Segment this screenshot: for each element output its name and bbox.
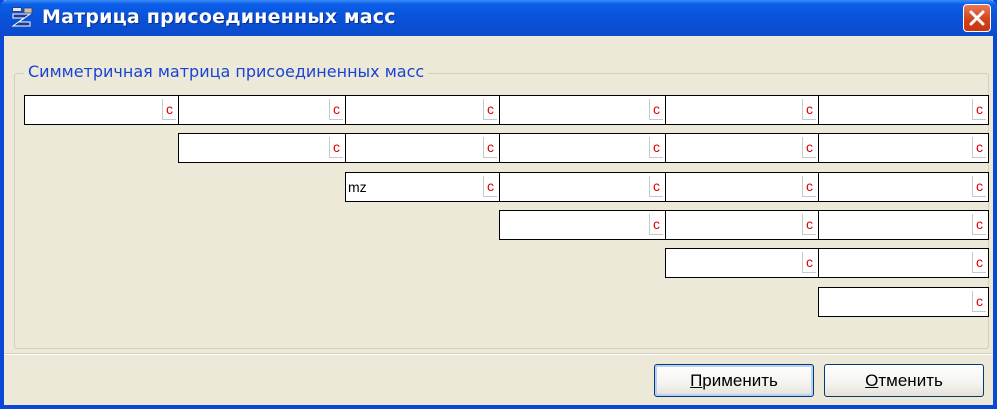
matrix-cell-input[interactable] xyxy=(668,214,796,236)
matrix-cell-input[interactable] xyxy=(348,99,477,121)
matrix-cell-r2-c4[interactable]: c xyxy=(499,133,666,163)
cell-constant-button[interactable]: c xyxy=(802,137,816,158)
cell-constant-button[interactable]: c xyxy=(649,214,663,235)
matrix-cell-r1-c1[interactable]: c xyxy=(24,95,179,125)
matrix-cell-input[interactable] xyxy=(668,99,796,121)
matrix-cell-input[interactable] xyxy=(668,252,796,274)
close-button[interactable] xyxy=(963,4,991,32)
cell-constant-button[interactable]: c xyxy=(649,137,663,158)
cell-constant-button[interactable]: c xyxy=(972,176,986,197)
matrix-cell-r2-c3[interactable]: c xyxy=(345,133,500,163)
close-icon xyxy=(969,10,985,26)
matrix-cell-r5-c5[interactable]: c xyxy=(665,248,819,278)
matrix-cell-r2-c6[interactable]: c xyxy=(818,133,989,163)
matrix-cell-input[interactable] xyxy=(348,137,477,159)
cell-constant-button[interactable]: c xyxy=(649,176,663,197)
matrix-cell-input[interactable] xyxy=(821,137,966,159)
cell-constant-button[interactable]: c xyxy=(802,176,816,197)
matrix-cell-r6-c6[interactable]: c xyxy=(818,287,989,317)
separator xyxy=(4,353,993,355)
window-title: Матрица присоединенных масс xyxy=(42,6,396,28)
matrix-cell-input[interactable] xyxy=(348,176,477,198)
cell-constant-button[interactable]: c xyxy=(649,99,663,120)
cell-constant-button[interactable]: c xyxy=(972,214,986,235)
matrix-cell-r4-c5[interactable]: c xyxy=(665,210,819,240)
matrix-cell-input[interactable] xyxy=(502,176,643,198)
app-matrix-icon xyxy=(10,6,34,30)
matrix-cell-input[interactable] xyxy=(668,176,796,198)
matrix-cell-input[interactable] xyxy=(821,291,966,313)
matrix-cell-r1-c2[interactable]: c xyxy=(178,95,346,125)
cell-constant-button[interactable]: c xyxy=(802,99,816,120)
cell-constant-button[interactable]: c xyxy=(972,252,986,273)
matrix-cell-input[interactable] xyxy=(502,214,643,236)
cancel-button[interactable]: Отменить xyxy=(824,364,984,397)
cell-constant-button[interactable]: c xyxy=(972,137,986,158)
title-bar[interactable]: Матрица присоединенных масс xyxy=(0,0,997,36)
cell-constant-button[interactable]: c xyxy=(329,137,343,158)
matrix-cell-input[interactable] xyxy=(821,252,966,274)
cell-constant-button[interactable]: c xyxy=(972,291,986,312)
matrix-cell-r1-c4[interactable]: c xyxy=(499,95,666,125)
cell-constant-button[interactable]: c xyxy=(329,99,343,120)
cell-constant-button[interactable]: c xyxy=(483,137,497,158)
matrix-cell-r3-c4[interactable]: c xyxy=(499,172,666,202)
apply-button[interactable]: Применить xyxy=(654,364,814,397)
matrix-cell-r3-c5[interactable]: c xyxy=(665,172,819,202)
cell-constant-button[interactable]: c xyxy=(802,214,816,235)
matrix-cell-r4-c4[interactable]: c xyxy=(499,210,666,240)
matrix-cell-input[interactable] xyxy=(502,99,643,121)
matrix-cell-input[interactable] xyxy=(181,99,323,121)
matrix-cell-r1-c5[interactable]: c xyxy=(665,95,819,125)
matrix-cell-input[interactable] xyxy=(821,176,966,198)
group-title: Симметричная матрица присоединенных масс xyxy=(24,62,429,81)
matrix-cell-r2-c2[interactable]: c xyxy=(178,133,346,163)
cell-constant-button[interactable]: c xyxy=(483,176,497,197)
matrix-cell-r5-c6[interactable]: c xyxy=(818,248,989,278)
cell-constant-button[interactable]: c xyxy=(972,99,986,120)
matrix-cell-input[interactable] xyxy=(821,214,966,236)
cell-constant-button[interactable]: c xyxy=(162,99,176,120)
cell-constant-button[interactable]: c xyxy=(802,252,816,273)
matrix-cell-r1-c3[interactable]: c xyxy=(345,95,500,125)
matrix-cell-r3-c3[interactable]: c xyxy=(345,172,500,202)
matrix-cell-input[interactable] xyxy=(821,99,966,121)
matrix-cell-r1-c6[interactable]: c xyxy=(818,95,989,125)
matrix-cell-input[interactable] xyxy=(27,99,156,121)
matrix-cell-input[interactable] xyxy=(668,137,796,159)
matrix-cell-r3-c6[interactable]: c xyxy=(818,172,989,202)
matrix-cell-r2-c5[interactable]: c xyxy=(665,133,819,163)
matrix-cell-input[interactable] xyxy=(502,137,643,159)
cell-constant-button[interactable]: c xyxy=(483,99,497,120)
matrix-cell-input[interactable] xyxy=(181,137,323,159)
matrix-cell-r4-c6[interactable]: c xyxy=(818,210,989,240)
dialog-window: Матрица присоединенных масс Симметричная… xyxy=(0,0,997,409)
